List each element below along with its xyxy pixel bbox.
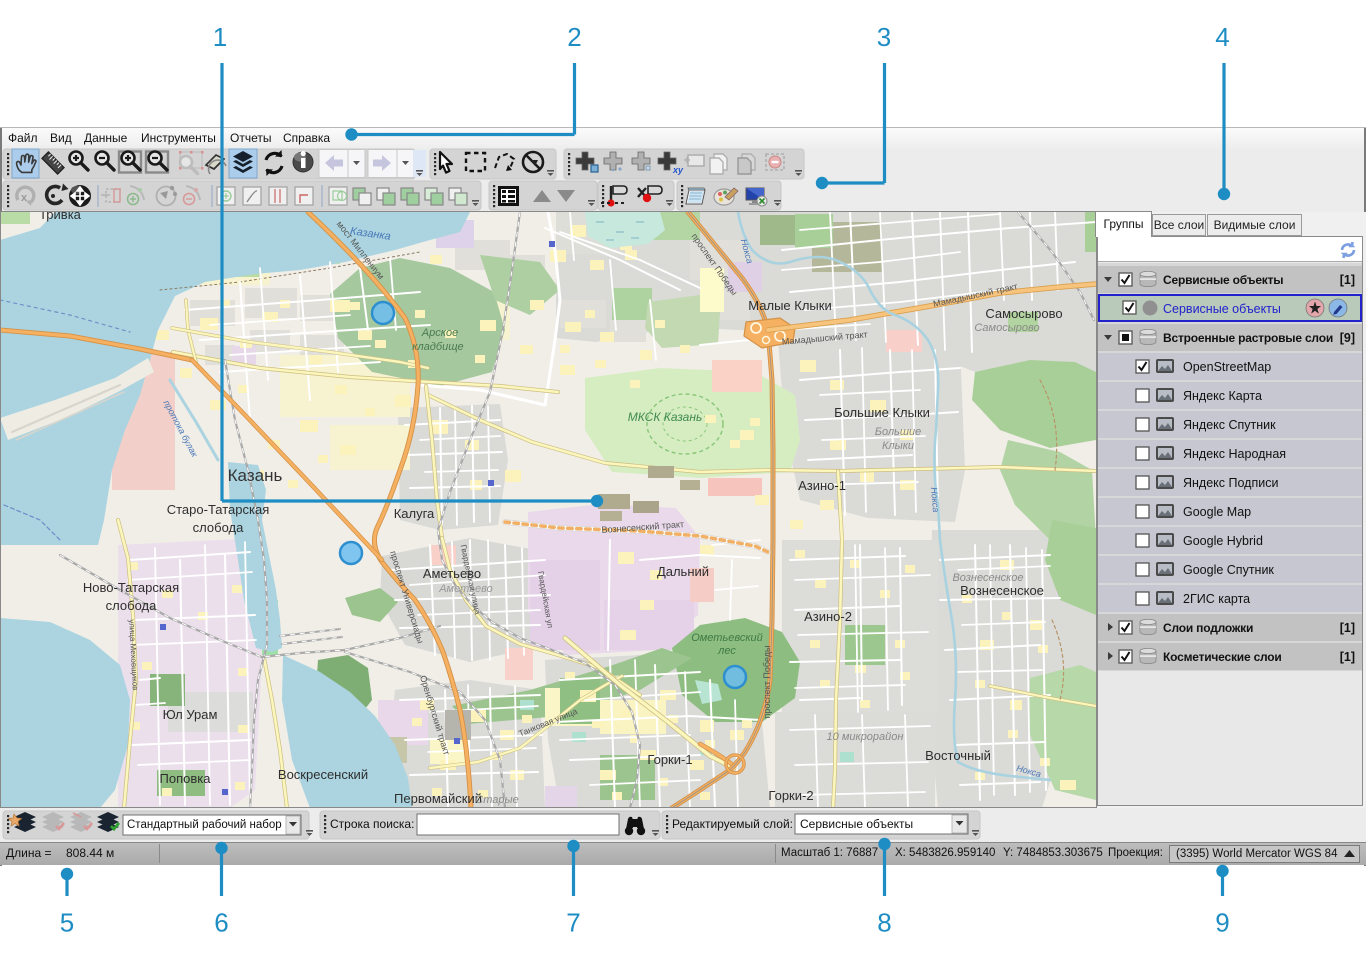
svg-text:8: 8 xyxy=(877,908,891,938)
svg-text:7: 7 xyxy=(566,908,580,938)
svg-text:3: 3 xyxy=(877,22,891,52)
svg-text:1: 1 xyxy=(213,22,227,52)
svg-text:6: 6 xyxy=(214,908,228,938)
svg-text:2: 2 xyxy=(567,22,581,52)
svg-text:5: 5 xyxy=(60,908,74,938)
svg-text:9: 9 xyxy=(1215,908,1229,938)
svg-text:4: 4 xyxy=(1215,22,1229,52)
